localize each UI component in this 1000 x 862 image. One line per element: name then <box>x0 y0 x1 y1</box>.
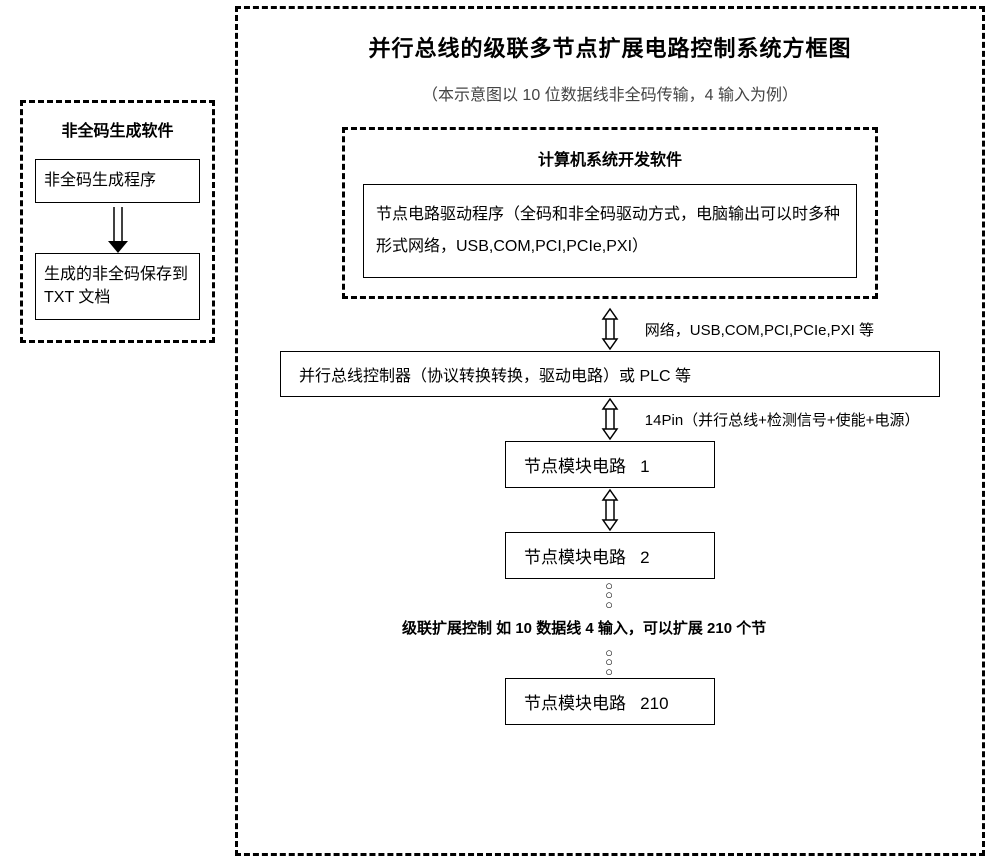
dev-software-title: 计算机系统开发软件 <box>363 146 857 170</box>
ellipsis-dots: ○ ○ ○ <box>605 581 615 609</box>
arrow-row-1: 网络，USB,COM,PCI,PCIe,PXI 等 <box>262 307 958 351</box>
diagram-container: 非全码生成软件 非全码生成程序 生成的非全码保存到 TXT 文档 并行总线的级联… <box>0 0 1000 862</box>
controller-box: 并行总线控制器（协议转换转换，驱动电路）或 PLC 等 <box>280 351 940 397</box>
node-module-2-box: 节点模块电路 2 <box>505 532 715 579</box>
non-full-code-program-box: 非全码生成程序 <box>35 159 200 203</box>
double-arrow-icon <box>599 397 621 441</box>
node-module-210-box: 节点模块电路 210 <box>505 678 715 725</box>
flow-area: 网络，USB,COM,PCI,PCIe,PXI 等 并行总线控制器（协议转换转换… <box>262 307 958 725</box>
main-system-box: 并行总线的级联多节点扩展电路控制系统方框图 （本示意图以 10 位数据线非全码传… <box>235 6 985 856</box>
arrow-row-3 <box>262 488 958 532</box>
arrow2-label: 14Pin（并行总线+检测信号+使能+电源） <box>645 409 920 430</box>
subtitle: （本示意图以 10 位数据线非全码传输，4 输入为例） <box>262 81 958 105</box>
main-title: 并行总线的级联多节点扩展电路控制系统方框图 <box>262 31 958 63</box>
left-title: 非全码生成软件 <box>35 117 200 141</box>
arrow-down-icon <box>35 203 200 253</box>
arrow1-label: 网络，USB,COM,PCI,PCIe,PXI 等 <box>645 319 874 340</box>
double-arrow-icon <box>599 307 621 351</box>
left-software-box: 非全码生成软件 非全码生成程序 生成的非全码保存到 TXT 文档 <box>20 100 215 343</box>
arrow-row-2: 14Pin（并行总线+检测信号+使能+电源） <box>262 397 958 441</box>
ellipsis-dots-2: ○ ○ ○ <box>605 648 615 676</box>
double-arrow-icon <box>599 488 621 532</box>
cascade-note: 级联扩展控制 如 10 数据线 4 输入，可以扩展 210 个节 <box>262 617 958 638</box>
save-txt-box: 生成的非全码保存到 TXT 文档 <box>35 253 200 320</box>
dev-software-box: 计算机系统开发软件 节点电路驱动程序（全码和非全码驱动方式，电脑输出可以时多种形… <box>342 127 878 299</box>
node-module-1-box: 节点模块电路 1 <box>505 441 715 488</box>
driver-program-box: 节点电路驱动程序（全码和非全码驱动方式，电脑输出可以时多种形式网络，USB,CO… <box>363 184 857 278</box>
